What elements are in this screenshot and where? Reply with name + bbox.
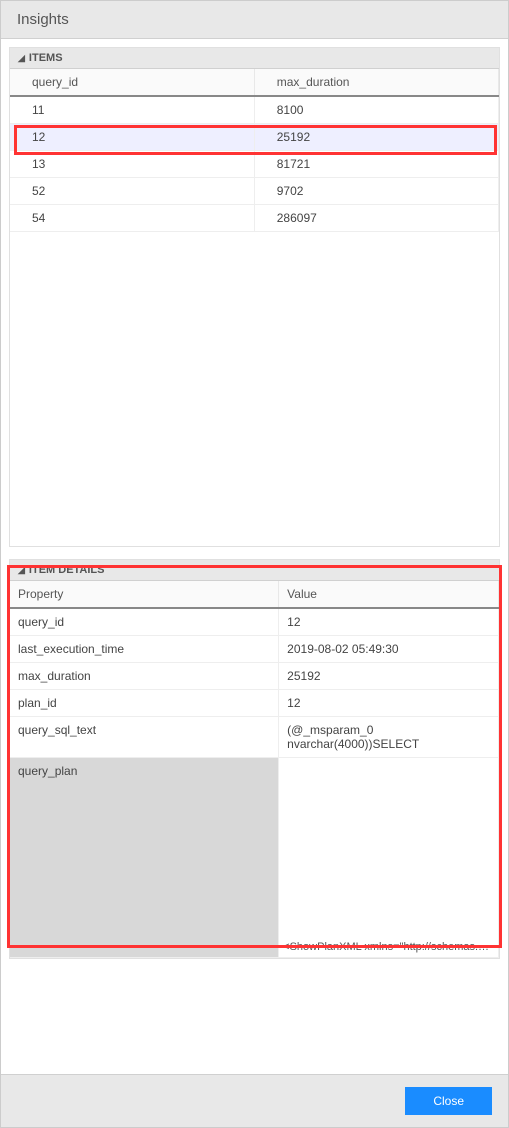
- detail-value: 12: [279, 608, 499, 636]
- chevron-down-icon: ◢: [18, 53, 25, 64]
- detail-property: query_plan: [10, 758, 279, 958]
- item-details-table: Property Value query_id 12 last_executio…: [10, 581, 499, 958]
- cell-max-duration: 286097: [254, 205, 498, 232]
- item-details-section: ◢ ITEM DETAILS Property Value query_id 1…: [9, 559, 500, 959]
- dialog-footer: Close: [1, 1074, 508, 1127]
- dialog-title: Insights: [17, 11, 492, 28]
- dialog-header: Insights: [1, 1, 508, 39]
- cell-max-duration: 8100: [254, 96, 498, 124]
- items-section-label: ITEMS: [29, 52, 63, 64]
- detail-value-plan: <ShowPlanXML xmlns="http://schemas.micro…: [279, 758, 499, 958]
- detail-value: (@_msparam_0 nvarchar(4000))SELECT: [279, 717, 499, 758]
- item-details-section-label: ITEM DETAILS: [29, 564, 105, 576]
- table-row[interactable]: query_sql_text (@_msparam_0 nvarchar(400…: [10, 717, 499, 758]
- items-section: ◢ ITEMS query_id max_duration 11 8100 12…: [9, 47, 500, 547]
- table-row[interactable]: plan_id 12: [10, 690, 499, 717]
- item-details-section-header[interactable]: ◢ ITEM DETAILS: [10, 560, 499, 581]
- cell-query-id: 52: [10, 178, 254, 205]
- detail-value: 12: [279, 690, 499, 717]
- chevron-down-icon: ◢: [18, 565, 25, 576]
- items-table-header-row: query_id max_duration: [10, 69, 499, 96]
- cell-query-id: 11: [10, 96, 254, 124]
- detail-property: query_id: [10, 608, 279, 636]
- table-row[interactable]: query_id 12: [10, 608, 499, 636]
- plan-xml-text: <ShowPlanXML xmlns="http://schemas.micro…: [283, 941, 494, 953]
- items-col-query-id[interactable]: query_id: [10, 69, 254, 96]
- detail-property: max_duration: [10, 663, 279, 690]
- table-row[interactable]: 52 9702: [10, 178, 499, 205]
- detail-property: query_sql_text: [10, 717, 279, 758]
- detail-value: 25192: [279, 663, 499, 690]
- cell-query-id: 54: [10, 205, 254, 232]
- cell-query-id: 13: [10, 151, 254, 178]
- detail-property: plan_id: [10, 690, 279, 717]
- details-col-value[interactable]: Value: [279, 581, 499, 608]
- table-row[interactable]: 12 25192: [10, 124, 499, 151]
- items-section-header[interactable]: ◢ ITEMS: [10, 48, 499, 69]
- close-button[interactable]: Close: [405, 1087, 492, 1115]
- cell-query-id: 12: [10, 124, 254, 151]
- table-row[interactable]: 54 286097: [10, 205, 499, 232]
- table-row[interactable]: 11 8100: [10, 96, 499, 124]
- table-row[interactable]: 13 81721: [10, 151, 499, 178]
- cell-max-duration: 25192: [254, 124, 498, 151]
- details-header-row: Property Value: [10, 581, 499, 608]
- table-row[interactable]: max_duration 25192: [10, 663, 499, 690]
- table-row[interactable]: query_plan <ShowPlanXML xmlns="http://sc…: [10, 758, 499, 958]
- cell-max-duration: 81721: [254, 151, 498, 178]
- detail-value: 2019-08-02 05:49:30: [279, 636, 499, 663]
- cell-max-duration: 9702: [254, 178, 498, 205]
- dialog-content: ◢ ITEMS query_id max_duration 11 8100 12…: [1, 39, 508, 1075]
- detail-property: last_execution_time: [10, 636, 279, 663]
- items-table: query_id max_duration 11 8100 12 25192 1…: [10, 69, 499, 232]
- details-col-property[interactable]: Property: [10, 581, 279, 608]
- table-row[interactable]: last_execution_time 2019-08-02 05:49:30: [10, 636, 499, 663]
- items-col-max-duration[interactable]: max_duration: [254, 69, 498, 96]
